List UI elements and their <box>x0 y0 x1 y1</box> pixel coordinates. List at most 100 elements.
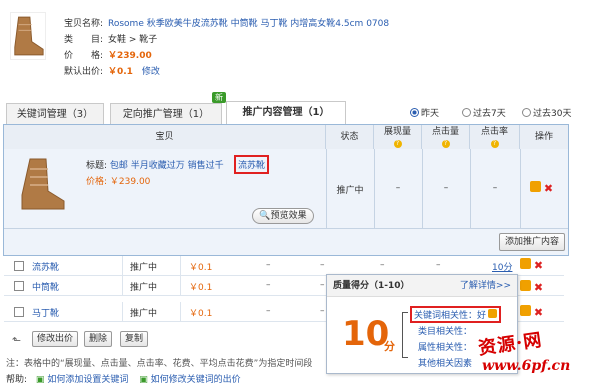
product-category-row: 类 目: 女鞋 > 靴子 <box>64 33 157 47</box>
product-name[interactable]: Rosome 秋季欧美牛皮流苏靴 中筒靴 马丁靴 内增高女靴4.5cm 0708 <box>108 19 389 29</box>
metric: – <box>320 260 325 270</box>
footnote: 注：表格中的“展现量、点击量、点击率、花费、平均点击花费”为指定时间段 <box>6 359 313 369</box>
product-price: ￥239.00 <box>108 51 152 61</box>
bid-label: 默认出价: <box>64 67 104 77</box>
row-checkbox[interactable] <box>14 261 24 271</box>
metric: – <box>320 280 325 290</box>
col-action: 操作 <box>520 125 568 149</box>
delete-button[interactable]: 删除 <box>84 331 112 347</box>
keyword-bid[interactable]: ￥0.1 <box>189 260 212 273</box>
delete-icon[interactable]: ✖ <box>544 182 553 195</box>
new-badge: 新 <box>212 92 226 103</box>
quality-score-link[interactable]: 10分 <box>492 260 512 273</box>
range-yesterday[interactable]: 昨天 <box>410 108 439 120</box>
help-icon[interactable]: ? <box>490 140 499 148</box>
help-icon[interactable]: ? <box>441 140 450 148</box>
tab-keyword-management[interactable]: 关键词管理（3） <box>6 103 104 124</box>
range-past7[interactable]: 过去7天 <box>462 108 506 120</box>
col-impressions: 展现量? <box>374 125 422 149</box>
keyword-bid[interactable]: ￥0.1 <box>189 280 212 293</box>
keyword-status: 推广中 <box>130 309 158 319</box>
title-text[interactable]: 包邮 半月收藏过万 销售过千 <box>110 161 224 171</box>
metric: – <box>320 306 325 316</box>
row-actions: ✖ <box>520 280 543 294</box>
row-price-label: 价格: <box>86 177 108 187</box>
add-content-button[interactable]: 添加推广内容 <box>499 233 565 251</box>
kw-relevance: 关键词相关性：好 <box>410 306 502 323</box>
metric: – <box>266 306 271 316</box>
keyword-link[interactable]: 马丁靴 <box>32 306 59 319</box>
row-status: 推广中 <box>336 186 364 196</box>
metric: – <box>266 260 271 270</box>
default-bid: ￥0.1 <box>108 67 133 77</box>
edit-bid-link[interactable]: 修改 <box>142 67 160 77</box>
popup-title: 质量得分（1-10） <box>333 281 410 291</box>
product-price-row: 价 格: ￥239.00 <box>64 49 152 63</box>
delete-icon[interactable]: ✖ <box>534 306 543 319</box>
panel-footer <box>4 228 568 255</box>
row-checkbox[interactable] <box>14 281 24 291</box>
range-yesterday-label: 昨天 <box>421 109 440 119</box>
attr-relevance: 属性相关性： <box>418 343 473 353</box>
range-past30[interactable]: 过去30天 <box>522 108 571 120</box>
select-all-arrow-icon[interactable]: ⬑ <box>12 334 21 347</box>
keyword-link[interactable]: 中筒靴 <box>32 280 59 293</box>
col-ctr: 点击率? <box>470 125 520 149</box>
title-label: 标题: <box>86 161 108 171</box>
keyword-link[interactable]: 流苏靴 <box>32 260 59 273</box>
magnifier-icon: 🔍 <box>259 211 271 221</box>
row-clicks: – <box>443 183 449 193</box>
keyword-bid[interactable]: ￥0.1 <box>189 306 212 319</box>
col-clicks: 点击量? <box>422 125 470 149</box>
name-label: 宝贝名称: <box>64 19 104 29</box>
cat-relevance: 类目相关性： <box>418 327 473 337</box>
edit-icon[interactable] <box>520 280 531 291</box>
radio-icon <box>462 108 471 117</box>
col-impressions-label: 展现量 <box>383 127 411 137</box>
row-ctr: – <box>492 183 498 193</box>
radio-checked-icon <box>410 108 419 117</box>
tab-targeted-promo[interactable]: 定向推广管理（1） <box>110 103 222 124</box>
col-status: 状态 <box>326 125 374 149</box>
row-checkbox[interactable] <box>14 307 24 317</box>
delete-icon[interactable]: ✖ <box>534 281 543 294</box>
preview-label: 预览效果 <box>270 211 307 221</box>
help-label: 帮助: <box>6 375 28 385</box>
other-factors[interactable]: 其他相关因素 <box>418 356 472 369</box>
quality-score-value: 10 <box>342 314 390 354</box>
help-icon[interactable]: ? <box>393 140 402 148</box>
help-link-add-keyword[interactable]: 如何添加设置关键词 <box>47 375 128 385</box>
help-icon: ▣ <box>139 375 148 385</box>
radio-icon <box>522 108 531 117</box>
watermark-url: www.6pf.cn <box>482 358 571 374</box>
help-icon: ▣ <box>35 375 45 385</box>
row-title: 标题: 包邮 半月收藏过万 销售过千 流苏靴 <box>86 155 270 174</box>
row-actions: ✖ <box>530 181 553 195</box>
title-highlight-keyword[interactable]: 流苏靴 <box>234 155 270 174</box>
default-bid-row: 默认出价: ￥0.1 修改 <box>64 65 160 79</box>
popup-detail-link[interactable]: 了解详情>> <box>460 275 511 297</box>
edit-icon[interactable] <box>530 181 541 192</box>
col-clicks-label: 点击量 <box>431 127 459 137</box>
range-past7-label: 过去7天 <box>473 109 506 119</box>
edit-bid-button[interactable]: 修改出价 <box>32 331 78 347</box>
category-label: 类 目: <box>64 35 104 45</box>
copy-button[interactable]: 复制 <box>120 331 148 347</box>
delete-icon[interactable]: ✖ <box>534 259 543 272</box>
product-thumbnail <box>10 12 46 60</box>
tab-content-management[interactable]: 推广内容管理（1） <box>226 101 346 124</box>
row-actions: ✖ <box>520 305 543 319</box>
row-actions: ✖ <box>520 258 543 272</box>
edit-icon[interactable] <box>520 258 531 269</box>
range-past30-label: 过去30天 <box>533 109 572 119</box>
price-label: 价 格: <box>64 51 104 61</box>
col-ctr-label: 点击率 <box>480 127 508 137</box>
preview-button[interactable]: 🔍预览效果 <box>252 208 314 224</box>
keyword-status: 推广中 <box>130 283 158 293</box>
metric: – <box>436 260 441 270</box>
help-link-edit-bid[interactable]: 如何修改关键词的出价 <box>151 375 241 385</box>
product-image <box>21 158 65 210</box>
row-impressions: – <box>395 183 401 193</box>
edit-icon[interactable] <box>520 305 531 316</box>
kw-relevance-label: 关键词相关性：好 <box>414 311 487 321</box>
